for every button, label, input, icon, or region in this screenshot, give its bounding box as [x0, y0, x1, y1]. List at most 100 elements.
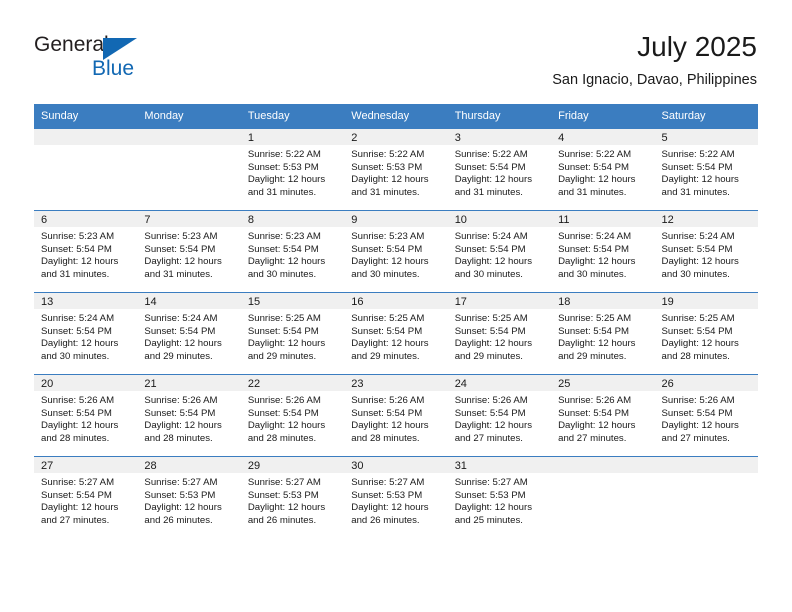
sunrise-text: Sunrise: 5:22 AM: [661, 149, 735, 160]
calendar-cell-day[interactable]: 28 Sunrise: 5:27 AM Sunset: 5:53 PM Dayligh…: [137, 456, 241, 538]
weekday-header-tuesday: Tuesday: [240, 104, 345, 129]
weekday-header-saturday: Saturday: [654, 104, 758, 129]
calendar-cell-day[interactable]: 30 Sunrise: 5:27 AM Sunset: 5:53 PM Dayligh…: [344, 456, 448, 538]
daylight-text: Daylight: 12 hours and 28 minutes.: [351, 420, 429, 444]
daylight-text: Daylight: 12 hours and 29 minutes.: [558, 338, 636, 362]
calendar-cell-day[interactable]: 20 Sunrise: 5:26 AM Sunset: 5:54 PM Dayligh…: [34, 374, 138, 457]
calendar-cell-day[interactable]: 12 Sunrise: 5:24 AM Sunset: 5:54 PM Dayligh…: [654, 210, 758, 293]
daylight-text: Daylight: 12 hours and 29 minutes.: [454, 338, 533, 362]
day-number: [137, 129, 241, 145]
calendar-week-row: 20 Sunrise: 5:26 AM Sunset: 5:54 PM Dayligh…: [34, 374, 758, 457]
calendar-cell-day[interactable]: 25 Sunrise: 5:26 AM Sunset: 5:54 PM Dayligh…: [551, 374, 655, 457]
weekday-header-sunday: Sunday: [34, 104, 138, 129]
day-details: Sunrise: 5:27 AM Sunset: 5:53 PM Daylight:…: [448, 473, 551, 527]
calendar-cell-day[interactable]: 22 Sunrise: 5:26 AM Sunset: 5:54 PM Dayligh…: [240, 374, 345, 457]
calendar-cell-day[interactable]: 8 Sunrise: 5:23 AM Sunset: 5:54 PM Daylight…: [240, 210, 345, 293]
day-details: Sunrise: 5:23 AM Sunset: 5:54 PM Daylight:…: [344, 227, 447, 281]
calendar-header-row: Sunday Monday Tuesday Wednesday Thursday…: [34, 104, 758, 129]
calendar-cell-day[interactable]: 31 Sunrise: 5:27 AM Sunset: 5:53 PM Dayligh…: [447, 456, 552, 538]
day-number: 7: [137, 211, 241, 227]
calendar-week-row: 1 Sunrise: 5:22 AM Sunset: 5:53 PM Daylight…: [34, 128, 758, 211]
day-number: 13: [34, 293, 138, 309]
day-details: Sunrise: 5:24 AM Sunset: 5:54 PM Daylight:…: [655, 227, 758, 281]
calendar-cell-day[interactable]: 29 Sunrise: 5:27 AM Sunset: 5:53 PM Dayligh…: [240, 456, 345, 538]
calendar-cell-day[interactable]: 9 Sunrise: 5:23 AM Sunset: 5:54 PM Daylight…: [344, 210, 448, 293]
calendar-cell-day[interactable]: 4 Sunrise: 5:22 AM Sunset: 5:54 PM Daylight…: [551, 128, 655, 211]
day-details: Sunrise: 5:26 AM Sunset: 5:54 PM Daylight:…: [241, 391, 344, 445]
calendar-body: 1 Sunrise: 5:22 AM Sunset: 5:53 PM Daylight…: [34, 128, 758, 538]
day-number: 15: [240, 293, 345, 309]
sunset-text: Sunset: 5:54 PM: [558, 325, 630, 337]
sunrise-text: Sunrise: 5:26 AM: [247, 395, 321, 406]
day-number: 27: [34, 457, 138, 473]
sunset-text: Sunset: 5:54 PM: [661, 161, 733, 173]
day-details: Sunrise: 5:27 AM Sunset: 5:53 PM Daylight:…: [344, 473, 447, 527]
general-blue-logo[interactable]: General Blue: [34, 33, 164, 85]
day-details: Sunrise: 5:26 AM Sunset: 5:54 PM Daylight:…: [448, 391, 551, 445]
daylight-text: Daylight: 12 hours and 30 minutes.: [558, 256, 636, 280]
calendar-cell-day[interactable]: 7 Sunrise: 5:23 AM Sunset: 5:54 PM Daylight…: [137, 210, 241, 293]
daylight-text: Daylight: 12 hours and 29 minutes.: [247, 338, 326, 362]
sunrise-text: Sunrise: 5:22 AM: [454, 149, 528, 160]
calendar-cell-day[interactable]: 13 Sunrise: 5:24 AM Sunset: 5:54 PM Dayligh…: [34, 292, 138, 375]
sunset-text: Sunset: 5:54 PM: [41, 243, 112, 255]
sunset-text: Sunset: 5:54 PM: [661, 243, 733, 255]
sunset-text: Sunset: 5:54 PM: [454, 243, 526, 255]
daylight-text: Daylight: 12 hours and 26 minutes.: [144, 502, 222, 526]
sunrise-text: Sunrise: 5:24 AM: [558, 231, 632, 242]
calendar-cell-day[interactable]: 14 Sunrise: 5:24 AM Sunset: 5:54 PM Dayligh…: [137, 292, 241, 375]
calendar-cell-day[interactable]: 26 Sunrise: 5:26 AM Sunset: 5:54 PM Dayligh…: [654, 374, 758, 457]
sunrise-text: Sunrise: 5:22 AM: [247, 149, 321, 160]
sunrise-text: Sunrise: 5:26 AM: [351, 395, 425, 406]
calendar-cell-day[interactable]: 21 Sunrise: 5:26 AM Sunset: 5:54 PM Dayligh…: [137, 374, 241, 457]
page-subtitle: San Ignacio, Davao, Philippines: [552, 72, 757, 88]
day-details: Sunrise: 5:24 AM Sunset: 5:54 PM Daylight:…: [551, 227, 654, 281]
calendar-cell-day[interactable]: 17 Sunrise: 5:25 AM Sunset: 5:54 PM Dayligh…: [447, 292, 552, 375]
day-number: 16: [344, 293, 448, 309]
daylight-text: Daylight: 12 hours and 31 minutes.: [144, 256, 222, 280]
calendar-cell-day[interactable]: 2 Sunrise: 5:22 AM Sunset: 5:53 PM Daylight…: [344, 128, 448, 211]
calendar-cell-day[interactable]: 11 Sunrise: 5:24 AM Sunset: 5:54 PM Dayligh…: [551, 210, 655, 293]
calendar-week-row: 13 Sunrise: 5:24 AM Sunset: 5:54 PM Dayligh…: [34, 292, 758, 375]
sunrise-text: Sunrise: 5:25 AM: [661, 313, 735, 324]
calendar-cell-day[interactable]: 18 Sunrise: 5:25 AM Sunset: 5:54 PM Dayligh…: [551, 292, 655, 375]
sunset-text: Sunset: 5:54 PM: [247, 407, 319, 419]
calendar-cell-empty: [137, 128, 241, 211]
sunrise-text: Sunrise: 5:26 AM: [144, 395, 218, 406]
sunset-text: Sunset: 5:54 PM: [41, 325, 112, 337]
day-details: Sunrise: 5:24 AM Sunset: 5:54 PM Daylight:…: [448, 227, 551, 281]
day-number: [551, 457, 655, 473]
calendar-cell-day[interactable]: 15 Sunrise: 5:25 AM Sunset: 5:54 PM Dayligh…: [240, 292, 345, 375]
day-number: 17: [447, 293, 552, 309]
day-number: 6: [34, 211, 138, 227]
day-number: 8: [240, 211, 345, 227]
day-details: Sunrise: 5:26 AM Sunset: 5:54 PM Daylight:…: [344, 391, 447, 445]
day-details: Sunrise: 5:26 AM Sunset: 5:54 PM Daylight:…: [551, 391, 654, 445]
calendar-cell-day[interactable]: 19 Sunrise: 5:25 AM Sunset: 5:54 PM Dayligh…: [654, 292, 758, 375]
calendar-cell-empty: [34, 128, 138, 211]
sunset-text: Sunset: 5:54 PM: [454, 161, 526, 173]
calendar-cell-day[interactable]: 1 Sunrise: 5:22 AM Sunset: 5:53 PM Daylight…: [240, 128, 345, 211]
sunset-text: Sunset: 5:54 PM: [144, 325, 216, 337]
calendar-cell-day[interactable]: 10 Sunrise: 5:24 AM Sunset: 5:54 PM Dayligh…: [447, 210, 552, 293]
sunrise-text: Sunrise: 5:27 AM: [41, 477, 115, 488]
day-number: 18: [551, 293, 655, 309]
sunset-text: Sunset: 5:54 PM: [558, 407, 630, 419]
day-details: Sunrise: 5:27 AM Sunset: 5:53 PM Daylight:…: [137, 473, 240, 527]
day-details: Sunrise: 5:22 AM Sunset: 5:54 PM Daylight:…: [551, 145, 654, 199]
calendar-cell-day[interactable]: 16 Sunrise: 5:25 AM Sunset: 5:54 PM Dayligh…: [344, 292, 448, 375]
day-details: Sunrise: 5:23 AM Sunset: 5:54 PM Daylight:…: [241, 227, 344, 281]
sunrise-text: Sunrise: 5:25 AM: [558, 313, 632, 324]
sunset-text: Sunset: 5:54 PM: [41, 407, 112, 419]
calendar-cell-day[interactable]: 5 Sunrise: 5:22 AM Sunset: 5:54 PM Daylight…: [654, 128, 758, 211]
daylight-text: Daylight: 12 hours and 30 minutes.: [351, 256, 429, 280]
day-details: Sunrise: 5:23 AM Sunset: 5:54 PM Daylight:…: [34, 227, 137, 281]
calendar-cell-day[interactable]: 27 Sunrise: 5:27 AM Sunset: 5:54 PM Dayligh…: [34, 456, 138, 538]
calendar-cell-day[interactable]: 3 Sunrise: 5:22 AM Sunset: 5:54 PM Daylight…: [447, 128, 552, 211]
calendar-cell-day[interactable]: 6 Sunrise: 5:23 AM Sunset: 5:54 PM Daylight…: [34, 210, 138, 293]
daylight-text: Daylight: 12 hours and 27 minutes.: [41, 502, 119, 526]
calendar-cell-day[interactable]: 24 Sunrise: 5:26 AM Sunset: 5:54 PM Dayligh…: [447, 374, 552, 457]
calendar-cell-day[interactable]: 23 Sunrise: 5:26 AM Sunset: 5:54 PM Dayligh…: [344, 374, 448, 457]
daylight-text: Daylight: 12 hours and 31 minutes.: [247, 174, 326, 198]
sunrise-text: Sunrise: 5:27 AM: [247, 477, 321, 488]
